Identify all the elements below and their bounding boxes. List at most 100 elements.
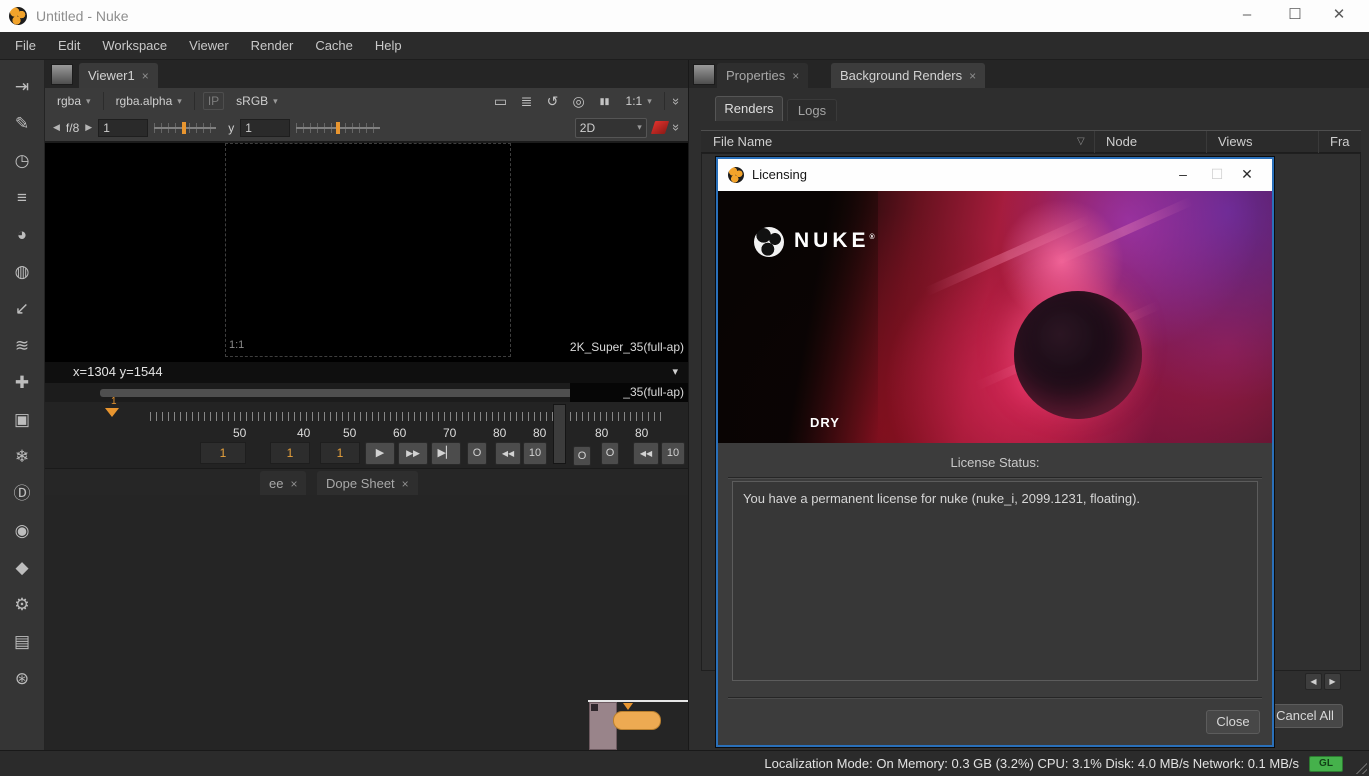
- col-node[interactable]: Node: [1106, 134, 1137, 149]
- gamma-input[interactable]: [240, 119, 290, 137]
- tab-viewer1-close-icon[interactable]: ×: [142, 69, 149, 83]
- zoom-dropdown[interactable]: 1:1▾: [622, 92, 656, 110]
- aperture-label[interactable]: f/8: [66, 121, 79, 135]
- tab-close-icon[interactable]: ×: [969, 69, 976, 83]
- gain-slider[interactable]: [154, 121, 216, 135]
- scrub-bar[interactable]: [100, 389, 620, 397]
- tool-keyer-icon[interactable]: ↙: [10, 298, 34, 320]
- rewind-button[interactable]: ◀◀: [495, 442, 521, 465]
- tab-partial[interactable]: ee×: [260, 471, 306, 496]
- frame-increment-field[interactable]: 10: [523, 442, 547, 465]
- tab-close-icon[interactable]: ×: [290, 477, 297, 491]
- column-divider[interactable]: [1318, 131, 1319, 154]
- col-frames[interactable]: Fra: [1330, 134, 1350, 149]
- tool-toolsets-icon[interactable]: ⚙: [10, 594, 34, 616]
- tab-close-icon[interactable]: ×: [792, 69, 799, 83]
- tab-dope-sheet[interactable]: Dope Sheet×: [317, 471, 418, 496]
- viewer-node[interactable]: [613, 711, 661, 730]
- cancel-all-button[interactable]: Cancel All: [1267, 704, 1343, 728]
- tab-viewer1[interactable]: Viewer1×: [79, 63, 158, 88]
- input-process-button[interactable]: IP: [203, 92, 224, 110]
- tool-draw-icon[interactable]: ✎: [10, 113, 34, 135]
- tool-image-icon[interactable]: ⇥: [10, 76, 34, 98]
- tool-deep-icon[interactable]: Ⓓ: [10, 483, 34, 505]
- rewind-button[interactable]: ◀◀: [633, 442, 659, 465]
- maximize-button[interactable]: ☐: [1273, 0, 1317, 32]
- gain-input[interactable]: [98, 119, 148, 137]
- gamma-slider-handle[interactable]: [336, 122, 340, 134]
- channels-dropdown[interactable]: rgba▾: [53, 92, 95, 110]
- timeline-ruler[interactable]: [150, 412, 662, 421]
- menu-workspace[interactable]: Workspace: [91, 32, 178, 60]
- subtab-renders[interactable]: Renders: [715, 96, 783, 121]
- resize-grip[interactable]: [1353, 760, 1367, 774]
- annotation-pen-icon[interactable]: [651, 121, 669, 134]
- sort-icon[interactable]: ▽: [1077, 136, 1085, 147]
- tool-merge-icon[interactable]: ≋: [10, 335, 34, 357]
- tool-color-icon[interactable]: ◕: [10, 224, 34, 246]
- menu-help[interactable]: Help: [364, 32, 413, 60]
- gamma-slider[interactable]: [296, 121, 380, 135]
- refresh-icon[interactable]: ↺: [544, 93, 562, 110]
- tool-plugins-icon[interactable]: ⊛: [10, 668, 34, 690]
- pause-icon[interactable]: ▮▮: [596, 96, 614, 107]
- tool-transform-icon[interactable]: ✚: [10, 372, 34, 394]
- gain-slider-handle[interactable]: [182, 122, 186, 134]
- range-start-field[interactable]: 1: [270, 442, 310, 464]
- subtab-logs[interactable]: Logs: [787, 99, 837, 121]
- tool-channel-icon[interactable]: ≡: [10, 187, 34, 209]
- menu-viewer[interactable]: Viewer: [178, 32, 240, 60]
- fast-forward-button[interactable]: ▶▶: [398, 442, 428, 465]
- timeline-scroll-handle[interactable]: [553, 404, 566, 464]
- dialog-minimize-button[interactable]: –: [1166, 159, 1200, 191]
- tool-filter-icon[interactable]: ◍: [10, 261, 34, 283]
- menu-cache[interactable]: Cache: [304, 32, 364, 60]
- tab-close-icon[interactable]: ×: [402, 477, 409, 491]
- close-dialog-button[interactable]: Close: [1206, 710, 1260, 734]
- tool-metadata-icon[interactable]: ◆: [10, 557, 34, 579]
- tab-properties[interactable]: Properties×: [717, 63, 808, 88]
- pane-menu-icon[interactable]: [693, 64, 715, 85]
- dialog-close-button[interactable]: ✕: [1230, 159, 1264, 191]
- menu-edit[interactable]: Edit: [47, 32, 91, 60]
- tool-particles-icon[interactable]: ❄: [10, 446, 34, 468]
- prev-arrow-icon[interactable]: ◀: [53, 122, 60, 133]
- menu-file[interactable]: File: [4, 32, 47, 60]
- close-button[interactable]: ✕: [1317, 0, 1361, 32]
- play-button[interactable]: ▶: [365, 442, 395, 465]
- range-end-field[interactable]: 1: [320, 442, 360, 464]
- column-divider[interactable]: [1206, 131, 1207, 154]
- float-window-icon[interactable]: ▭: [492, 93, 510, 110]
- view-mode-dropdown[interactable]: 2D▾: [575, 118, 647, 138]
- viewer-canvas[interactable]: 1:1 2K_Super_35(full-ap): [45, 143, 688, 362]
- wipe-list-icon[interactable]: ≣: [518, 93, 536, 110]
- license-text-box[interactable]: You have a permanent license for nuke (n…: [732, 481, 1258, 681]
- tool-time-icon[interactable]: ◷: [10, 150, 34, 172]
- column-divider[interactable]: [1094, 131, 1095, 154]
- roi-icon[interactable]: ◎: [570, 93, 588, 110]
- tab-background-renders[interactable]: Background Renders×: [831, 63, 985, 88]
- chevron-down-icon[interactable]: ▾: [672, 365, 678, 378]
- loop-mode-button[interactable]: O: [601, 442, 619, 465]
- scroll-left-button[interactable]: ◀: [1305, 673, 1322, 690]
- col-file-name[interactable]: File Name: [713, 134, 772, 149]
- pane-menu-icon[interactable]: [51, 64, 73, 85]
- tool-other-icon[interactable]: ▤: [10, 631, 34, 653]
- col-views[interactable]: Views: [1218, 134, 1252, 149]
- expand-chevrons-icon[interactable]: »: [669, 97, 684, 104]
- minimize-button[interactable]: –: [1225, 0, 1269, 32]
- menu-render[interactable]: Render: [240, 32, 305, 60]
- layer-dropdown[interactable]: rgba.alpha▾: [112, 92, 186, 110]
- loop-mode-button[interactable]: O: [467, 442, 487, 465]
- tool-views-icon[interactable]: ◉: [10, 520, 34, 542]
- next-arrow-icon[interactable]: ▶: [85, 122, 92, 133]
- current-frame-field[interactable]: 1: [200, 442, 246, 464]
- loop-mode-button[interactable]: O: [573, 446, 591, 466]
- frame-increment-field[interactable]: 10: [661, 442, 685, 465]
- playhead-marker[interactable]: [105, 408, 119, 417]
- goto-end-button[interactable]: ▶▏: [431, 442, 461, 465]
- colorspace-dropdown[interactable]: sRGB▾: [232, 92, 282, 110]
- scroll-right-button[interactable]: ▶: [1324, 673, 1341, 690]
- tool-3d-icon[interactable]: ▣: [10, 409, 34, 431]
- expand-chevrons-icon[interactable]: »: [669, 124, 684, 131]
